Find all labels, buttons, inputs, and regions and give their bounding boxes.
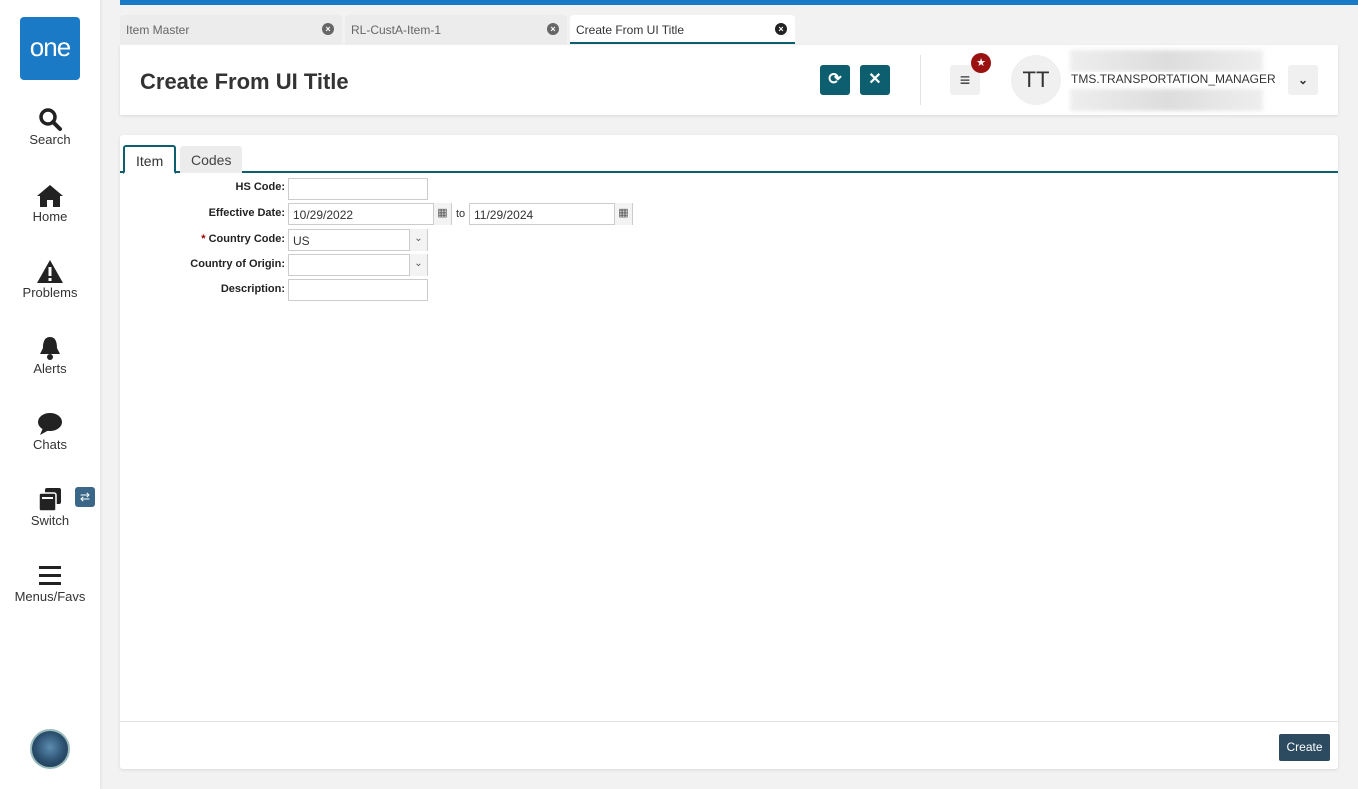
hs-code-label: HS Code: xyxy=(235,181,286,193)
username: TMS.TRANSPORTATION_MANAGER xyxy=(1071,72,1276,86)
effective-date-to-input[interactable]: 11/29/2024 ▦ xyxy=(469,203,633,225)
tab-item[interactable]: Item xyxy=(123,145,177,174)
sidebar-item-label: Chats xyxy=(33,437,67,452)
divider xyxy=(920,55,921,105)
description-label: Description: xyxy=(220,283,285,295)
effective-date-label: Effective Date: xyxy=(208,207,285,219)
description-input[interactable] xyxy=(288,279,428,301)
tab-label: Create From UI Title xyxy=(576,23,685,37)
assistant-avatar[interactable] xyxy=(30,729,70,769)
country-code-select[interactable]: US ⌄ xyxy=(288,229,428,251)
form-tabs: Item Codes xyxy=(120,145,1338,174)
sidebar-item-label: Problems xyxy=(22,285,78,300)
page-header: Create From UI Title ⟳ ✕ ≡ ★ TT TMS.TRAN… xyxy=(120,45,1338,115)
date-value: 10/29/2022 xyxy=(293,208,354,222)
sidebar-item-label: Search xyxy=(29,132,71,147)
label-text: Country Code: xyxy=(208,233,285,245)
sidebar-item-problems[interactable]: Problems xyxy=(0,259,100,300)
sidebar-item-label: Home xyxy=(32,209,68,224)
tab-rl-custa-item-1[interactable]: RL-CustA-Item-1 × xyxy=(345,15,567,44)
country-of-origin-select[interactable]: ⌄ xyxy=(288,254,428,276)
tab-item-master[interactable]: Item Master × xyxy=(120,15,342,44)
country-code-label: * Country Code: xyxy=(201,233,285,245)
sidebar-item-chats[interactable]: Chats xyxy=(0,411,100,452)
chevron-down-icon[interactable]: ⌄ xyxy=(409,254,427,276)
sidebar: one Search Home Problems Alerts Chats Sw… xyxy=(0,0,100,789)
calendar-icon[interactable]: ▦ xyxy=(433,203,451,225)
footer-divider xyxy=(120,721,1338,722)
search-icon xyxy=(39,108,62,131)
required-marker: * xyxy=(201,233,206,245)
tab-label: RL-CustA-Item-1 xyxy=(351,23,442,37)
sidebar-item-label: Switch xyxy=(30,513,70,528)
calendar-icon[interactable]: ▦ xyxy=(614,203,632,225)
sidebar-item-label: Menus/Favs xyxy=(14,589,86,604)
sidebar-item-label: Alerts xyxy=(33,361,67,376)
app-logo[interactable]: one xyxy=(20,17,80,80)
main-panel: Item Codes HS Code: Effective Date: 10/2… xyxy=(120,135,1338,769)
chevron-down-icon[interactable]: ⌄ xyxy=(409,229,427,251)
chevron-down-icon: ⌄ xyxy=(1297,73,1309,87)
redacted-text xyxy=(1070,50,1263,72)
tab-create-from-ui-title[interactable]: Create From UI Title × xyxy=(570,15,795,44)
hs-code-input[interactable] xyxy=(288,178,428,200)
refresh-button[interactable]: ⟳ xyxy=(820,65,850,95)
avatar[interactable]: TT xyxy=(1011,55,1061,105)
redacted-text xyxy=(1070,89,1263,111)
close-icon[interactable]: × xyxy=(547,23,559,35)
close-button[interactable]: ✕ xyxy=(860,65,890,95)
page-title: Create From UI Title xyxy=(140,69,349,94)
create-button[interactable]: Create xyxy=(1279,734,1330,761)
hamburger-icon: ≡ xyxy=(959,70,971,90)
to-label: to xyxy=(456,208,466,220)
user-menu-dropdown[interactable]: ⌄ xyxy=(1288,65,1318,95)
date-value: 11/29/2024 xyxy=(474,208,534,222)
close-icon[interactable]: × xyxy=(775,23,787,35)
country-of-origin-label: Country of Origin: xyxy=(190,258,285,270)
close-icon: ✕ xyxy=(868,71,882,88)
refresh-icon: ⟳ xyxy=(828,71,842,88)
switch-windows-icon xyxy=(38,488,61,512)
tab-label: Item Master xyxy=(126,23,190,37)
effective-date-from-input[interactable]: 10/29/2022 ▦ xyxy=(288,203,452,225)
sidebar-item-menus-favs[interactable]: Menus/Favs xyxy=(0,563,100,604)
sidebar-item-alerts[interactable]: Alerts xyxy=(0,335,100,376)
switch-arrows-icon[interactable]: ⇄ xyxy=(75,487,95,507)
sidebar-item-search[interactable]: Search xyxy=(0,106,100,147)
sidebar-item-home[interactable]: Home xyxy=(0,183,100,224)
bell-icon xyxy=(40,337,60,360)
top-accent-bar xyxy=(120,0,1358,5)
chat-icon xyxy=(38,413,62,435)
select-value: US xyxy=(293,234,310,248)
favorite-star-icon[interactable]: ★ xyxy=(971,53,991,73)
home-icon xyxy=(37,185,63,207)
close-icon[interactable]: × xyxy=(322,23,334,35)
tab-codes[interactable]: Codes xyxy=(180,146,243,173)
warning-icon xyxy=(37,260,63,283)
hamburger-icon xyxy=(39,566,61,585)
